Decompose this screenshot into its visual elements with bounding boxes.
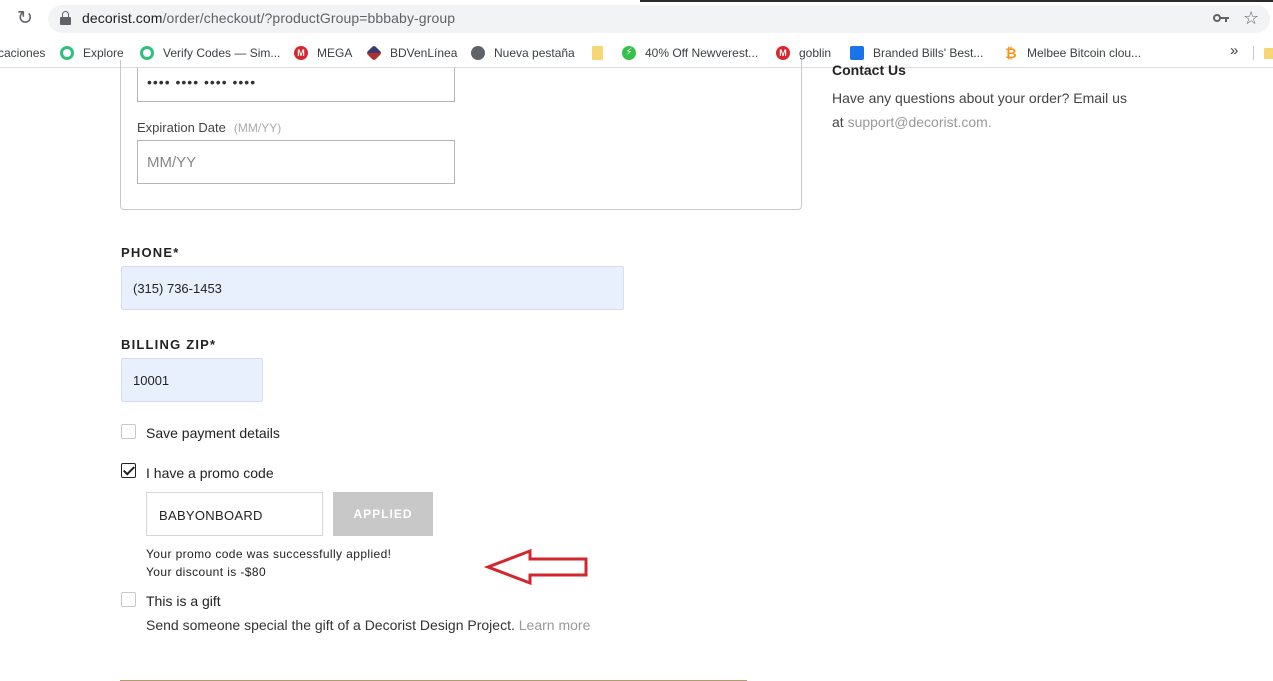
learn-more-link[interactable]: Learn more xyxy=(519,617,591,633)
expiration-hint: (MM/YY) xyxy=(233,121,282,135)
url-path: /order/checkout/?productGroup=bbbaby-gro… xyxy=(162,10,456,26)
promo-success-message: Your promo code was successfully applied… xyxy=(146,547,392,561)
bookmark-label: Branded Bills' Best... xyxy=(873,46,984,60)
expiration-date-label: Expiration Date (MM/YY) xyxy=(137,120,281,135)
bookmark-label: Melbee Bitcoin clou... xyxy=(1027,46,1142,60)
explore-icon xyxy=(60,46,74,60)
save-payment-label: Save payment details xyxy=(146,425,280,441)
window-edge xyxy=(640,0,1273,2)
gift-description-text: Send someone special the gift of a Decor… xyxy=(146,617,515,633)
key-icon[interactable] xyxy=(1213,11,1229,25)
bookmarks-overflow-button[interactable]: » xyxy=(1230,42,1238,59)
url-host: decorist.com xyxy=(82,10,163,26)
promo-code-label: I have a promo code xyxy=(146,465,274,481)
gift-label: This is a gift xyxy=(146,593,221,609)
promo-discount-message: Your discount is -$80 xyxy=(146,565,267,579)
contact-text-line2: at support@decorist.com. xyxy=(832,114,992,130)
gift-checkbox[interactable] xyxy=(121,592,136,607)
expiration-label-text: Expiration Date xyxy=(137,120,226,135)
contact-us-heading: Contact Us xyxy=(832,62,906,76)
red-arrow-annotation xyxy=(484,548,588,586)
expiration-date-input[interactable]: MM/YY xyxy=(137,140,455,184)
verify-icon xyxy=(140,46,154,60)
bill-icon xyxy=(850,46,864,60)
bookmark-label: Explore xyxy=(83,46,124,60)
support-email-link[interactable]: support@decorist.com. xyxy=(848,114,992,130)
billing-zip-input[interactable]: 10001 xyxy=(121,358,263,402)
folder-icon xyxy=(592,46,603,60)
bitcoin-icon: ₿ xyxy=(1005,45,1017,61)
promo-code-checkbox[interactable] xyxy=(121,463,136,478)
star-icon[interactable]: ☆ xyxy=(1243,8,1259,28)
other-bookmarks-folder-icon[interactable] xyxy=(1264,48,1273,59)
lock-icon[interactable] xyxy=(60,11,71,25)
card-number-input[interactable]: •••• •••• •••• •••• xyxy=(137,68,455,102)
promo-code-input[interactable]: BABYONBOARD xyxy=(146,492,323,536)
mega-icon: M xyxy=(294,46,308,60)
bdv-icon xyxy=(366,45,382,61)
gift-description: Send someone special the gift of a Decor… xyxy=(146,617,590,633)
bookmarks-divider xyxy=(1253,46,1254,60)
contact-text-line1: Have any questions about your order? Ema… xyxy=(832,90,1127,106)
url-text[interactable]: decorist.com/order/checkout/?productGrou… xyxy=(82,10,455,26)
browser-toolbar: ↻ decorist.com/order/checkout/?productGr… xyxy=(0,0,1273,38)
applied-button[interactable]: APPLIED xyxy=(333,492,433,536)
bookmark-label: caciones xyxy=(0,46,46,60)
billing-zip-label: BILLING ZIP* xyxy=(121,337,217,352)
contact-prefix: at xyxy=(832,114,844,130)
globe-icon xyxy=(471,46,485,60)
phone-label: PHONE* xyxy=(121,245,180,260)
phone-input[interactable]: (315) 736-1453 xyxy=(121,266,624,310)
mega-icon: M xyxy=(776,46,790,60)
bolt-icon: ⚡ xyxy=(622,46,636,60)
bookmark-label: goblin xyxy=(799,46,832,60)
save-payment-checkbox[interactable] xyxy=(121,424,136,439)
reload-icon[interactable]: ↻ xyxy=(15,9,35,29)
